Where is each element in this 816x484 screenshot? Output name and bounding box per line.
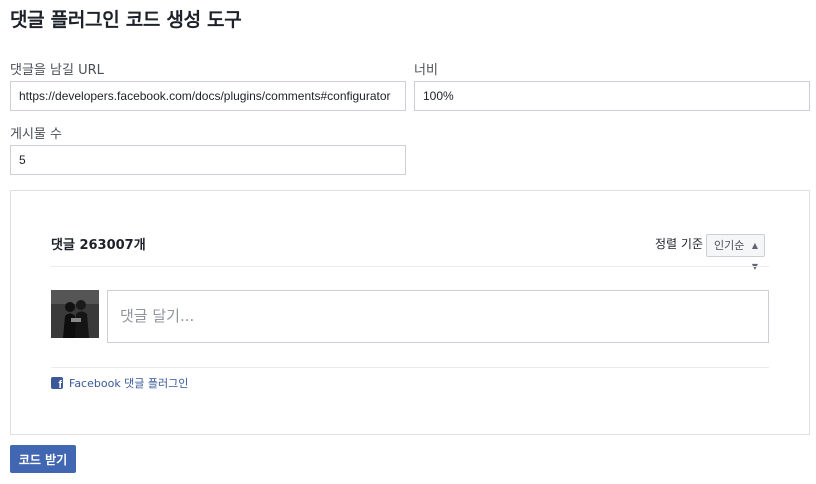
divider bbox=[51, 266, 769, 267]
url-label: 댓글을 남길 URL bbox=[10, 63, 104, 78]
sort-value: 인기순 bbox=[714, 239, 745, 252]
comment-input[interactable]: 댓글 달기... bbox=[107, 290, 769, 343]
sort-select[interactable]: 인기순 ▲▼ bbox=[706, 234, 765, 271]
facebook-plugin-link-label: Facebook 댓글 플러그인 bbox=[69, 377, 189, 390]
url-input[interactable]: https://developers.facebook.com/docs/plu… bbox=[10, 81, 406, 111]
posts-input[interactable]: 5 bbox=[10, 145, 406, 175]
sort-label: 정렬 기준 bbox=[655, 237, 703, 251]
facebook-plugin-link[interactable]: f Facebook 댓글 플러그인 bbox=[51, 375, 188, 391]
avatar bbox=[51, 290, 99, 338]
page-title: 댓글 플러그인 코드 생성 도구 bbox=[10, 9, 242, 31]
get-code-button[interactable]: 코드 받기 bbox=[10, 445, 76, 473]
width-label: 너비 bbox=[414, 63, 438, 78]
posts-label: 게시물 수 bbox=[10, 127, 62, 142]
facebook-logo-icon: f bbox=[51, 377, 63, 389]
comments-plugin-preview: 댓글 263007개 정렬 기준 인기순 ▲▼ 댓글 달기... f Faceb… bbox=[10, 190, 810, 435]
comment-count: 댓글 263007개 bbox=[51, 238, 146, 253]
width-input[interactable]: 100% bbox=[414, 81, 810, 111]
divider bbox=[51, 367, 769, 368]
sort-arrows-icon: ▲▼ bbox=[751, 241, 758, 271]
